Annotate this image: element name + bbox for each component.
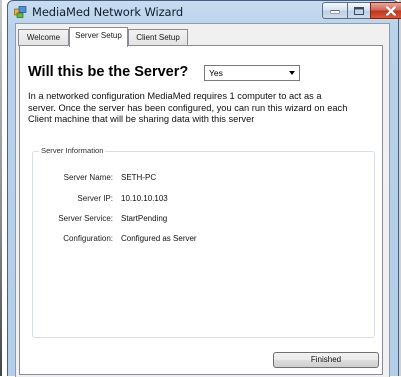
configuration-label: Configuration: xyxy=(63,234,113,243)
window-title: MediaMed Network Wizard xyxy=(32,5,184,19)
background-window-edge xyxy=(0,0,2,376)
minimize-button[interactable] xyxy=(322,2,348,19)
server-information-group: Server Information Server Name: SETH-PC … xyxy=(32,146,375,338)
setup-description: In a networked configuration MediaMed re… xyxy=(28,91,380,126)
wizard-window: MediaMed Network Wizard Welcome Server S… xyxy=(7,0,401,377)
title-bar[interactable]: MediaMed Network Wizard xyxy=(8,1,401,23)
server-name-label: Server Name: xyxy=(63,173,113,182)
minimize-icon xyxy=(330,9,340,13)
description-line: Client machine that will be sharing data… xyxy=(28,114,255,124)
server-choice-value: Yes xyxy=(209,68,223,78)
server-service-label: Server Service: xyxy=(58,214,113,223)
server-name-value: SETH-PC xyxy=(121,173,157,182)
description-line: server. Once the server has been configu… xyxy=(28,102,348,113)
maximize-button[interactable] xyxy=(347,2,371,19)
tab-client-setup[interactable]: Client Setup xyxy=(128,29,188,46)
description-line: In a networked configuration MediaMed re… xyxy=(28,91,322,101)
server-ip-label: Server IP: xyxy=(77,194,113,203)
chevron-down-icon xyxy=(289,71,295,75)
window-client-area: Welcome Server Setup Client Setup Will t… xyxy=(15,23,390,377)
maximize-icon xyxy=(354,6,364,15)
server-setup-panel: Will this be the Server? Yes In a networ… xyxy=(19,45,383,375)
tab-welcome[interactable]: Welcome xyxy=(18,29,69,46)
server-ip-value: 10.10.10.103 xyxy=(121,194,168,203)
server-service-value: StartPending xyxy=(121,214,168,223)
group-title: Server Information xyxy=(39,146,106,155)
server-choice-dropdown[interactable]: Yes xyxy=(204,65,300,81)
close-icon xyxy=(386,6,396,15)
app-icon xyxy=(14,6,27,18)
finished-button[interactable]: Finished xyxy=(273,352,379,368)
configuration-value: Configured as Server xyxy=(121,234,197,243)
server-question-heading: Will this be the Server? xyxy=(28,64,189,80)
close-button[interactable] xyxy=(370,2,401,19)
tab-server-setup[interactable]: Server Setup xyxy=(69,27,128,47)
